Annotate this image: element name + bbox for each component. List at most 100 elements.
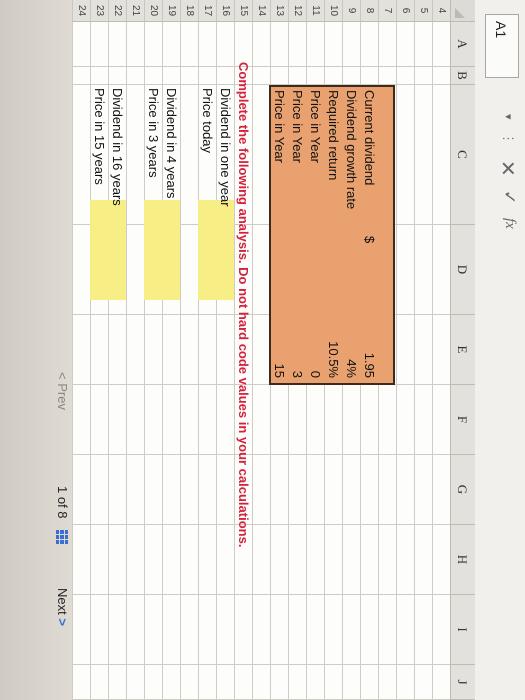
grid-cell[interactable] bbox=[414, 665, 432, 700]
grid-cell[interactable] bbox=[72, 22, 90, 67]
grid-cell[interactable] bbox=[306, 595, 324, 665]
grid-cell[interactable] bbox=[180, 595, 198, 665]
grid-cell[interactable] bbox=[432, 67, 450, 85]
grid-cell[interactable] bbox=[432, 85, 450, 225]
grid-cell[interactable] bbox=[108, 665, 126, 700]
column-header-d[interactable]: D bbox=[450, 225, 475, 315]
grid-cell[interactable] bbox=[180, 385, 198, 455]
row-header[interactable]: 20 bbox=[144, 0, 162, 22]
grid-cell[interactable] bbox=[360, 455, 378, 525]
grid-cell[interactable] bbox=[288, 67, 306, 85]
grid-cell[interactable] bbox=[288, 665, 306, 700]
grid-cell[interactable] bbox=[288, 385, 306, 455]
grid-cell[interactable] bbox=[342, 385, 360, 455]
grid-cell[interactable] bbox=[108, 595, 126, 665]
column-header-h[interactable]: H bbox=[450, 525, 475, 595]
grid-cell[interactable] bbox=[432, 22, 450, 67]
grid-cell[interactable] bbox=[396, 315, 414, 385]
grid-cell[interactable] bbox=[216, 595, 234, 665]
grid-cell[interactable] bbox=[306, 525, 324, 595]
grid-cell[interactable] bbox=[198, 67, 216, 85]
grid-view-icon[interactable] bbox=[56, 530, 68, 544]
grid-cell[interactable] bbox=[432, 595, 450, 665]
grid-cell[interactable] bbox=[324, 67, 342, 85]
grid-cell[interactable] bbox=[126, 67, 144, 85]
grid-cell[interactable] bbox=[198, 22, 216, 67]
grid-cell[interactable] bbox=[288, 455, 306, 525]
grid-cell[interactable] bbox=[126, 665, 144, 700]
select-all-corner[interactable] bbox=[450, 0, 475, 22]
grid-cell[interactable] bbox=[342, 665, 360, 700]
grid-cell[interactable] bbox=[126, 225, 144, 315]
grid-cell[interactable] bbox=[216, 665, 234, 700]
row-header[interactable]: 11 bbox=[306, 0, 324, 22]
grid-cell[interactable] bbox=[126, 455, 144, 525]
grid-cell[interactable] bbox=[270, 385, 288, 455]
grid-cell[interactable] bbox=[234, 595, 252, 665]
grid-cell[interactable] bbox=[378, 455, 396, 525]
column-header-c[interactable]: C bbox=[450, 85, 475, 225]
grid-cell[interactable] bbox=[432, 385, 450, 455]
grid-cell[interactable] bbox=[144, 67, 162, 85]
grid-cell[interactable] bbox=[378, 525, 396, 595]
grid-cell[interactable] bbox=[198, 385, 216, 455]
grid-cell[interactable] bbox=[126, 22, 144, 67]
grid-cell[interactable] bbox=[378, 67, 396, 85]
row-header[interactable]: 14 bbox=[252, 0, 270, 22]
grid-cell[interactable] bbox=[180, 22, 198, 67]
grid-cell[interactable] bbox=[162, 385, 180, 455]
grid-cell[interactable] bbox=[108, 67, 126, 85]
grid-cell[interactable] bbox=[360, 67, 378, 85]
grid-cell[interactable] bbox=[288, 595, 306, 665]
grid-cell[interactable] bbox=[216, 67, 234, 85]
grid-cell[interactable] bbox=[252, 525, 270, 595]
grid-cell[interactable] bbox=[288, 525, 306, 595]
value-current-dividend[interactable]: 1.95 bbox=[360, 300, 378, 378]
grid-cell[interactable] bbox=[414, 455, 432, 525]
value-price-year-0[interactable]: 0 bbox=[306, 300, 324, 378]
grid-cell[interactable] bbox=[324, 455, 342, 525]
grid-cell[interactable] bbox=[252, 315, 270, 385]
grid-cell[interactable] bbox=[126, 595, 144, 665]
grid-cell[interactable] bbox=[270, 595, 288, 665]
grid-cell[interactable] bbox=[216, 315, 234, 385]
grid-cell[interactable] bbox=[108, 455, 126, 525]
grid-cell[interactable] bbox=[324, 385, 342, 455]
grid-cell[interactable] bbox=[252, 22, 270, 67]
grid-cell[interactable] bbox=[414, 525, 432, 595]
grid-cell[interactable] bbox=[72, 225, 90, 315]
grid-cell[interactable] bbox=[342, 525, 360, 595]
grid-cell[interactable] bbox=[126, 385, 144, 455]
column-header-a[interactable]: A bbox=[450, 22, 475, 67]
grid-cell[interactable] bbox=[72, 665, 90, 700]
grid-cell[interactable] bbox=[108, 315, 126, 385]
grid-cell[interactable] bbox=[126, 315, 144, 385]
value-price-year-15[interactable]: 15 bbox=[270, 300, 288, 378]
grid-cell[interactable] bbox=[144, 22, 162, 67]
grid-cell[interactable] bbox=[396, 67, 414, 85]
grid-cell[interactable] bbox=[324, 22, 342, 67]
grid-cell[interactable] bbox=[270, 665, 288, 700]
grid-cell[interactable] bbox=[198, 455, 216, 525]
grid-cell[interactable] bbox=[342, 455, 360, 525]
row-header[interactable]: 16 bbox=[216, 0, 234, 22]
grid-cell[interactable] bbox=[162, 67, 180, 85]
value-dividend-growth-rate[interactable]: 4% bbox=[342, 300, 360, 378]
grid-cell[interactable] bbox=[198, 525, 216, 595]
grid-cell[interactable] bbox=[432, 225, 450, 315]
grid-cell[interactable] bbox=[342, 22, 360, 67]
grid-cell[interactable] bbox=[180, 665, 198, 700]
grid-cell[interactable] bbox=[162, 665, 180, 700]
grid-cell[interactable] bbox=[360, 22, 378, 67]
column-header-e[interactable]: E bbox=[450, 315, 475, 385]
name-box[interactable]: A1 bbox=[485, 14, 519, 78]
grid-cell[interactable] bbox=[414, 595, 432, 665]
row-header[interactable]: 5 bbox=[414, 0, 432, 22]
grid-cell[interactable] bbox=[72, 85, 90, 225]
grid-cell[interactable] bbox=[414, 67, 432, 85]
grid-cell[interactable] bbox=[252, 665, 270, 700]
grid-cell[interactable] bbox=[378, 385, 396, 455]
grid-cell[interactable] bbox=[180, 525, 198, 595]
grid-cell[interactable] bbox=[90, 22, 108, 67]
grid-cell[interactable] bbox=[90, 385, 108, 455]
